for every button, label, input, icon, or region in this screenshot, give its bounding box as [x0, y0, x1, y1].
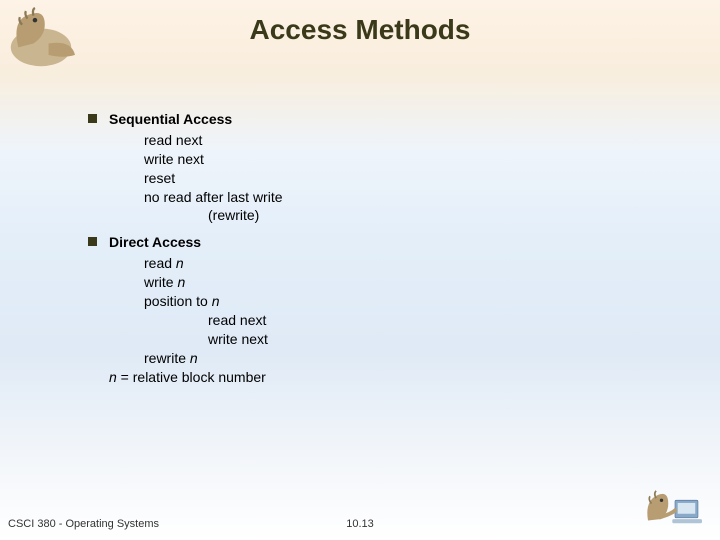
line: position to n — [144, 292, 283, 311]
note-line: n = relative block number — [109, 368, 283, 387]
bullet-direct-access: Direct Access — [88, 233, 283, 252]
line: write next — [144, 150, 283, 169]
slide-content: Sequential Access read next write next r… — [88, 110, 283, 386]
line: read next — [144, 131, 283, 150]
line: rewrite n — [144, 349, 283, 368]
square-bullet-icon — [88, 114, 97, 123]
heading-sequential: Sequential Access — [109, 110, 232, 129]
footer-page-number: 10.13 — [0, 518, 720, 530]
line: write next — [208, 330, 283, 349]
line: read n — [144, 254, 283, 273]
bullet-sequential-access: Sequential Access — [88, 110, 283, 129]
line: reset — [144, 169, 283, 188]
line: no read after last write — [144, 188, 283, 207]
heading-direct: Direct Access — [109, 233, 201, 252]
slide: Access Methods Sequential Access read ne… — [0, 0, 720, 540]
dinosaur-computer-icon — [640, 480, 710, 534]
slide-title: Access Methods — [0, 14, 720, 46]
square-bullet-icon — [88, 237, 97, 246]
line: (rewrite) — [208, 206, 283, 225]
line: write n — [144, 273, 283, 292]
line: read next — [208, 311, 283, 330]
